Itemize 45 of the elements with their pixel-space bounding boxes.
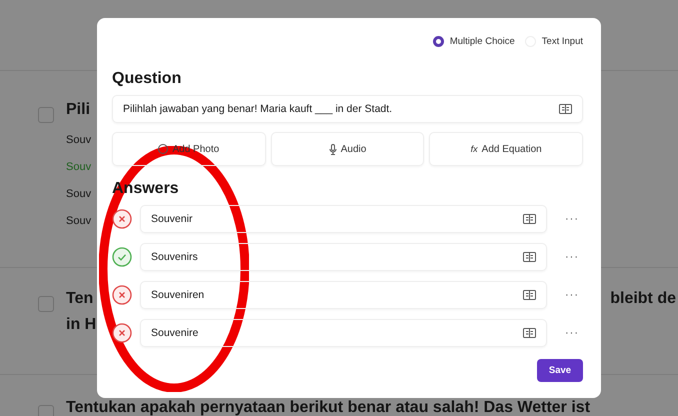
microphone-icon <box>328 144 337 154</box>
question-title: in H <box>66 316 96 334</box>
incorrect-x-icon[interactable] <box>112 323 132 343</box>
answer-text: Souvenir <box>151 213 192 225</box>
question-title: Tentukan apakah pernyataan berikut benar atau salah! Das Wetter ist <box>66 399 590 416</box>
text-format-icon[interactable] <box>559 104 572 114</box>
question-title: bleibt de <box>610 290 676 309</box>
add-equation-button[interactable]: fx Add Equation <box>429 132 584 166</box>
circle-icon <box>158 144 168 154</box>
answer-text: Souvenire <box>151 327 198 339</box>
answer-input[interactable]: Souveniren <box>140 281 547 309</box>
incorrect-x-icon[interactable] <box>112 285 132 305</box>
answer-input[interactable]: Souvenir <box>140 205 547 233</box>
checkbox[interactable] <box>38 107 54 123</box>
answer-option: Souv <box>66 215 92 227</box>
add-photo-button[interactable]: Add Photo <box>112 132 266 166</box>
section-heading: Question <box>112 70 182 88</box>
answer-input[interactable]: Souvenire <box>140 319 547 347</box>
text-format-icon[interactable] <box>523 290 536 300</box>
answer-text: Souvenirs <box>151 251 198 263</box>
more-options-button[interactable]: ··· <box>561 213 583 225</box>
answer-option: Souv <box>66 161 92 173</box>
more-options-button[interactable]: ··· <box>561 289 583 301</box>
radio-button[interactable] <box>432 36 444 46</box>
answer-text: Souveniren <box>151 289 204 301</box>
question-input[interactable]: Pilihlah jawaban yang benar! Maria kauft ___ in der Stadt. <box>112 95 583 123</box>
correct-check-icon[interactable] <box>112 247 132 267</box>
text-format-icon[interactable] <box>523 214 536 224</box>
save-button[interactable]: Save <box>537 359 583 382</box>
question-title: Ten <box>66 290 94 308</box>
checkbox[interactable] <box>38 296 54 312</box>
incorrect-x-icon[interactable] <box>112 209 132 229</box>
text-format-icon[interactable] <box>523 328 536 338</box>
question-type-option[interactable]: Multiple Choice <box>432 36 515 46</box>
question-text: Pilihlah jawaban yang benar! Maria kauft ___ in der Stadt. <box>123 103 392 115</box>
audio-button[interactable]: Audio <box>270 132 424 166</box>
text-format-icon[interactable] <box>523 252 536 262</box>
more-options-button[interactable]: ··· <box>561 327 583 339</box>
question-type-option[interactable]: Text Input <box>524 36 583 46</box>
answer-option: Souv <box>66 188 92 200</box>
answer-input[interactable]: Souvenirs <box>140 243 547 271</box>
question-title: Pili <box>66 101 90 119</box>
more-options-button[interactable]: ··· <box>561 251 583 263</box>
function-icon: fx <box>470 144 478 154</box>
answer-option: Souv <box>66 134 92 146</box>
